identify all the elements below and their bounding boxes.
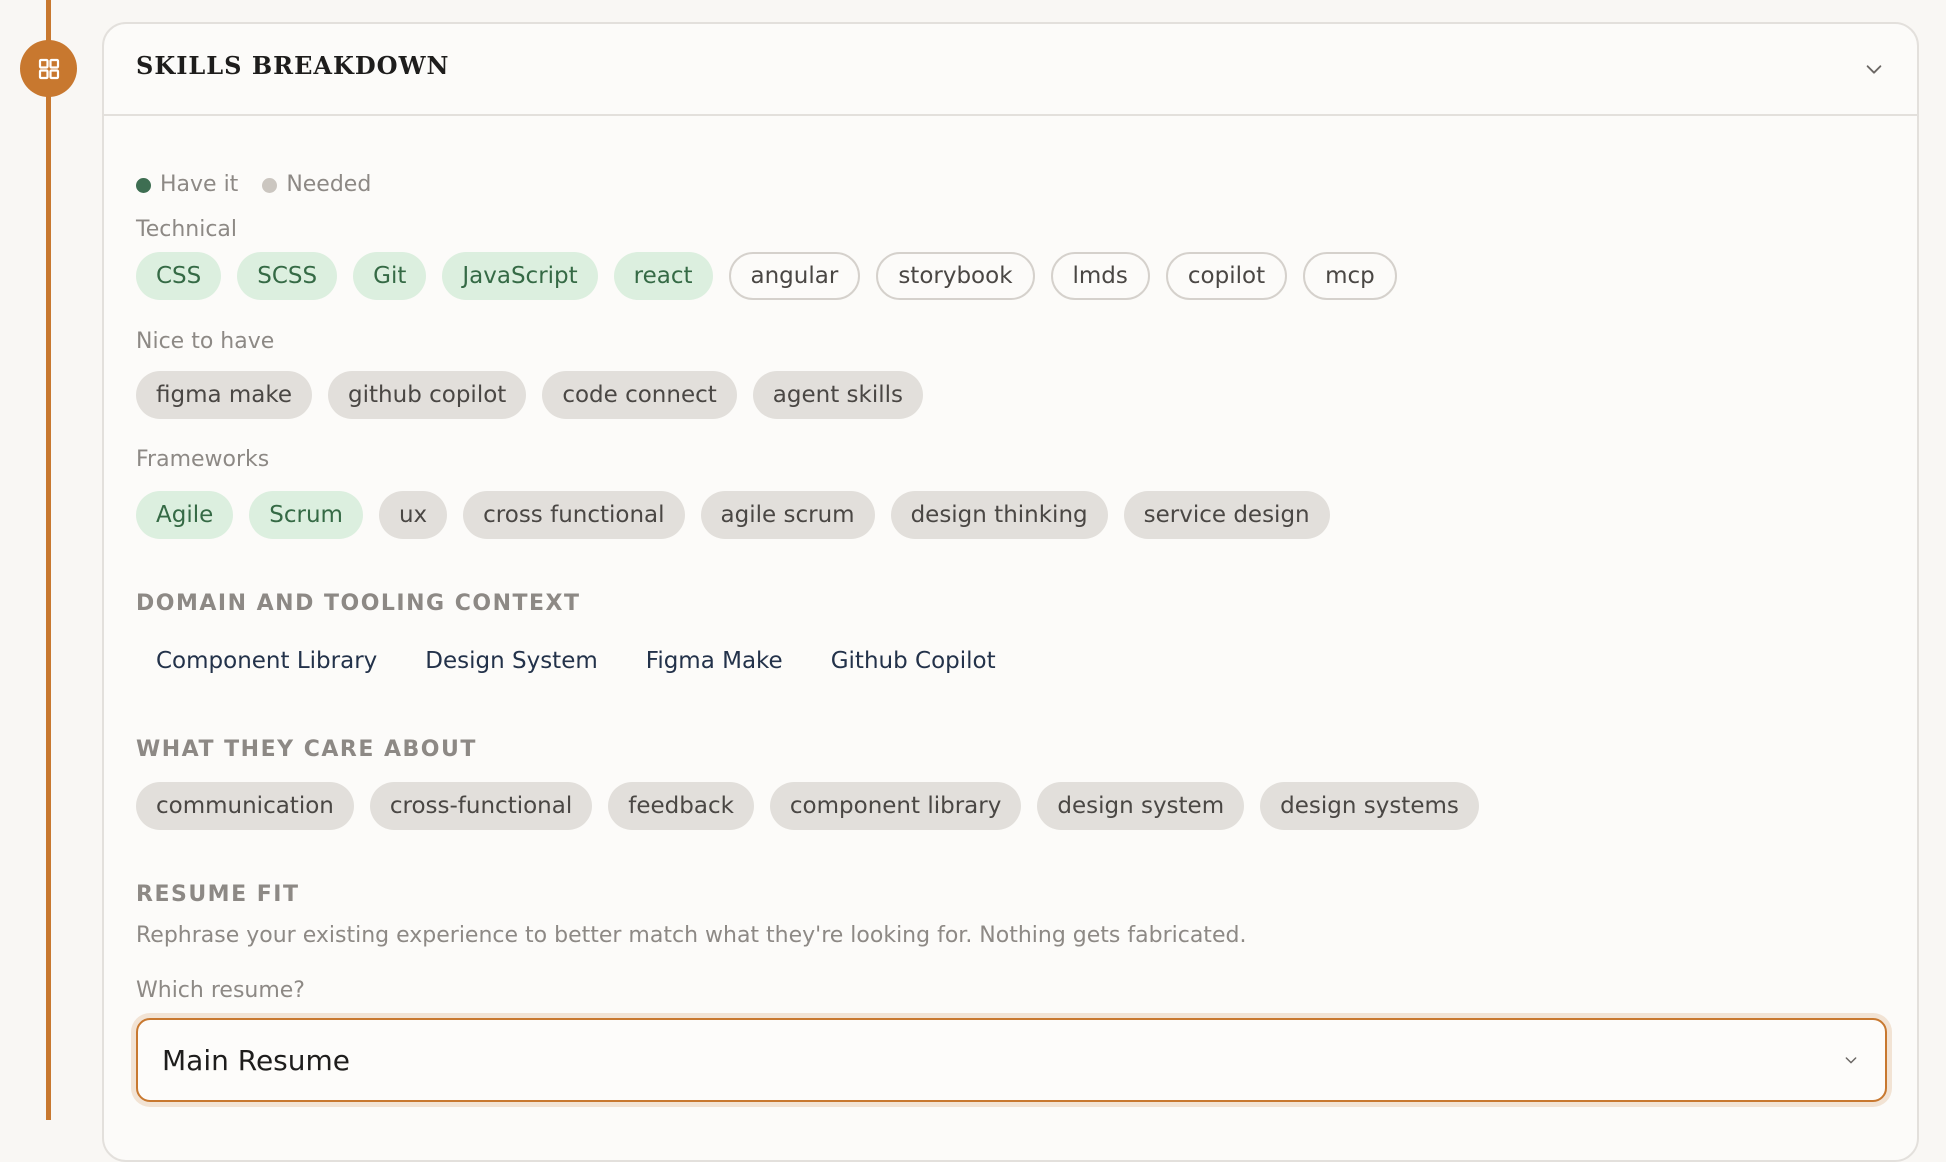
legend-have: Have it <box>136 170 238 200</box>
skill-tag: ux <box>378 491 448 539</box>
skill-tag: storybook <box>876 252 1035 300</box>
technical-label: Technical <box>136 217 238 242</box>
resume-select-value: Main Resume <box>162 1043 351 1077</box>
legend-have-label: Have it <box>160 172 239 197</box>
skill-tag: Agile <box>136 491 234 539</box>
timeline-node <box>20 40 77 97</box>
care-tag: cross-functional <box>369 782 593 830</box>
care-about-tags: communication cross-functional feedback … <box>136 782 1479 830</box>
domain-context-list: Component Library Design System Figma Ma… <box>136 637 1016 685</box>
legend-needed-label: Needed <box>286 172 372 197</box>
skill-tag: Scrum <box>249 491 363 539</box>
legend: Have it Needed <box>136 170 371 200</box>
skill-tag: agent skills <box>752 371 923 419</box>
grid-icon <box>38 58 59 79</box>
card-header[interactable]: SKILLS BREAKDOWN <box>104 24 1917 116</box>
context-item: Github Copilot <box>830 648 996 674</box>
care-tag: design systems <box>1260 782 1479 830</box>
skill-tag: JavaScript <box>442 252 598 300</box>
chevron-down-icon <box>1866 65 1882 74</box>
resume-select[interactable]: Main Resume <box>136 1018 1887 1102</box>
skill-tag: SCSS <box>237 252 338 300</box>
skill-tag: github copilot <box>328 371 527 419</box>
chevron-down-icon <box>1841 1050 1861 1070</box>
domain-context-heading: DOMAIN AND TOOLING CONTEXT <box>136 591 581 616</box>
context-item: Component Library <box>156 648 378 674</box>
skill-tag: figma make <box>136 371 313 419</box>
resume-fit-heading: RESUME FIT <box>136 882 300 907</box>
skill-tag: angular <box>728 252 861 300</box>
resume-fit-description: Rephrase your existing experience to bet… <box>136 923 1247 948</box>
skill-tag: react <box>613 252 713 300</box>
skill-tag: design thinking <box>890 491 1108 539</box>
care-tag: feedback <box>608 782 754 830</box>
needed-dot-icon <box>262 177 278 193</box>
collapse-toggle[interactable] <box>1859 54 1889 84</box>
frameworks-tags: Agile Scrum ux cross functional agile sc… <box>136 491 1330 539</box>
have-dot-icon <box>136 177 151 193</box>
resume-select-label: Which resume? <box>136 978 305 1003</box>
care-tag: component library <box>769 782 1022 830</box>
care-about-heading: WHAT THEY CARE ABOUT <box>136 737 477 762</box>
skill-tag: cross functional <box>463 491 685 539</box>
care-tag: design system <box>1037 782 1245 830</box>
nice-to-have-tags: figma make github copilot code connect a… <box>136 371 923 419</box>
frameworks-label: Frameworks <box>136 447 270 472</box>
timeline-line <box>45 0 51 1120</box>
skills-breakdown-card: SKILLS BREAKDOWN Have it Needed Technica… <box>102 22 1919 1162</box>
skill-tag: CSS <box>136 252 222 300</box>
skill-tag: Git <box>353 252 427 300</box>
skill-tag: lmds <box>1050 252 1150 300</box>
skill-tag: code connect <box>542 371 737 419</box>
skill-tag: agile scrum <box>700 491 875 539</box>
context-item: Design System <box>425 648 598 674</box>
technical-tags: CSS SCSS Git JavaScript react angular st… <box>136 252 1397 300</box>
skill-tag: mcp <box>1303 252 1397 300</box>
skill-tag: copilot <box>1165 252 1288 300</box>
legend-needed: Needed <box>262 170 371 200</box>
skill-tag: service design <box>1123 491 1330 539</box>
context-item: Figma Make <box>645 648 783 674</box>
nice-to-have-label: Nice to have <box>136 329 275 354</box>
card-title: SKILLS BREAKDOWN <box>136 51 450 80</box>
care-tag: communication <box>136 782 354 830</box>
